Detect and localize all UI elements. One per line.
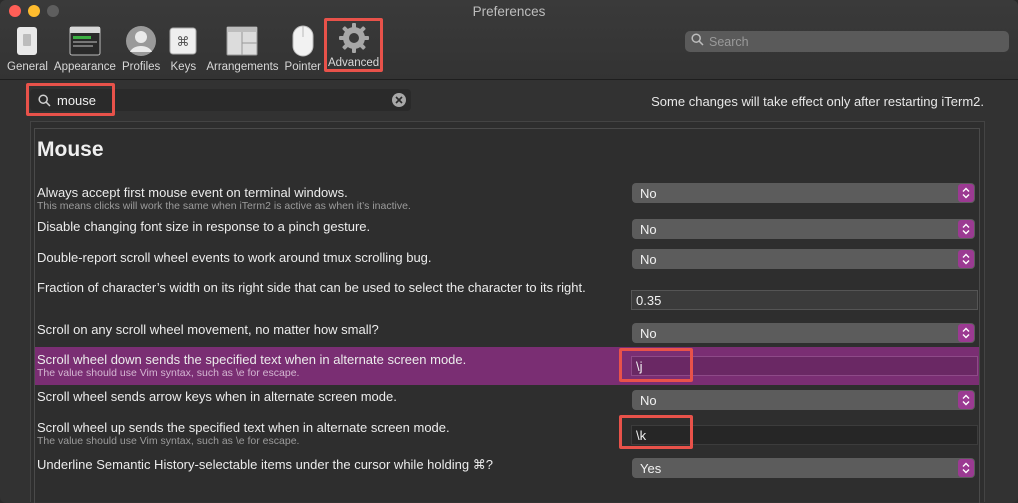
tab-keys-label: Keys xyxy=(170,61,197,73)
setting-title: Disable changing font size in response t… xyxy=(37,219,371,234)
clear-search-button[interactable] xyxy=(392,93,406,107)
setting-select[interactable]: Yes xyxy=(632,458,975,478)
tab-profiles[interactable]: Profiles xyxy=(119,22,163,76)
setting-row[interactable]: Scroll wheel sends arrow keys when in al… xyxy=(35,385,979,415)
tab-advanced[interactable]: Advanced xyxy=(323,18,384,72)
setting-subtitle: The value should use Vim syntax, such as… xyxy=(37,367,300,379)
search-icon xyxy=(38,93,51,107)
updown-arrows-icon xyxy=(958,220,974,238)
tab-general[interactable]: General xyxy=(4,22,51,76)
tab-advanced-label: Advanced xyxy=(327,57,380,69)
setting-select[interactable]: No xyxy=(632,323,975,343)
advanced-filter[interactable] xyxy=(30,89,411,111)
arrangements-icon xyxy=(225,24,259,58)
setting-row[interactable]: Fraction of character’s width on its rig… xyxy=(35,276,979,318)
profiles-icon xyxy=(124,24,158,58)
setting-title: Scroll wheel sends arrow keys when in al… xyxy=(37,389,397,404)
tab-profiles-label: Profiles xyxy=(121,61,161,73)
tab-keys[interactable]: ⌘ Keys xyxy=(163,22,203,76)
window-title: Preferences xyxy=(472,4,546,19)
tab-arrangements[interactable]: Arrangements xyxy=(203,22,281,76)
preferences-window: Preferences General Appearance Profiles xyxy=(0,0,1018,503)
setting-select-value: No xyxy=(640,251,657,267)
tab-appearance[interactable]: Appearance xyxy=(51,22,119,76)
updown-arrows-icon xyxy=(958,324,974,342)
setting-title: Scroll on any scroll wheel movement, no … xyxy=(37,322,379,337)
keys-icon: ⌘ xyxy=(166,24,200,58)
setting-title: Scroll wheel up sends the specified text… xyxy=(37,420,450,435)
updown-arrows-icon xyxy=(958,391,974,409)
setting-title: Scroll wheel down sends the specified te… xyxy=(37,352,467,367)
mouse-section: Mouse Always accept first mouse event on… xyxy=(34,128,980,503)
setting-title: Double-report scroll wheel events to wor… xyxy=(37,250,432,265)
close-icon xyxy=(395,96,403,104)
setting-select-value: No xyxy=(640,392,657,408)
title-bar: Preferences General Appearance Profiles xyxy=(0,0,1018,80)
setting-field-value: 0.35 xyxy=(636,292,662,308)
setting-row[interactable]: Scroll on any scroll wheel movement, no … xyxy=(35,318,979,350)
setting-subtitle: This means clicks will work the same whe… xyxy=(37,200,411,212)
setting-title: Fraction of character’s width on its rig… xyxy=(37,280,586,295)
tab-pointer-label: Pointer xyxy=(284,61,321,73)
setting-subtitle: The value should use Vim syntax, such as… xyxy=(37,435,300,447)
setting-row[interactable]: Double-report scroll wheel events to wor… xyxy=(35,246,979,276)
search-icon xyxy=(691,32,704,51)
setting-title: Always accept first mouse event on termi… xyxy=(37,185,348,200)
setting-select[interactable]: No xyxy=(632,219,975,239)
updown-arrows-icon xyxy=(958,250,974,268)
svg-text:⌘: ⌘ xyxy=(177,35,190,50)
tab-arrangements-label: Arrangements xyxy=(206,61,279,73)
tab-appearance-label: Appearance xyxy=(53,61,116,73)
setting-row-selected[interactable]: Scroll wheel down sends the specified te… xyxy=(35,347,979,385)
setting-row[interactable]: Disable changing font size in response t… xyxy=(35,215,979,246)
advanced-settings-panel[interactable]: Mouse Always accept first mouse event on… xyxy=(30,121,985,503)
pointer-icon xyxy=(286,24,320,58)
setting-select-value: No xyxy=(640,325,657,341)
preferences-search-input[interactable] xyxy=(709,34,999,49)
setting-select-value: No xyxy=(640,185,657,201)
preferences-search[interactable] xyxy=(685,31,1009,52)
restart-notice: Some changes will take effect only after… xyxy=(651,94,984,109)
setting-title: Underline Semantic History-selectable it… xyxy=(37,457,493,472)
setting-field-value: \j xyxy=(636,358,643,374)
setting-field-value: \k xyxy=(636,427,647,443)
section-title: Mouse xyxy=(37,138,104,161)
setting-select[interactable]: No xyxy=(632,390,975,410)
setting-text-field[interactable]: \k xyxy=(631,425,978,445)
setting-row[interactable]: Underline Semantic History-selectable it… xyxy=(35,453,979,483)
setting-row[interactable]: Scroll wheel up sends the specified text… xyxy=(35,415,979,453)
general-icon xyxy=(10,24,44,58)
setting-select-value: No xyxy=(640,221,657,237)
tab-general-label: General xyxy=(7,61,48,73)
setting-text-field[interactable]: \j xyxy=(631,356,978,376)
advanced-filter-input[interactable] xyxy=(57,92,377,108)
setting-row[interactable]: Always accept first mouse event on termi… xyxy=(35,179,979,215)
updown-arrows-icon xyxy=(958,459,974,477)
setting-text-field[interactable]: 0.35 xyxy=(631,290,978,310)
setting-select[interactable]: No xyxy=(632,249,975,269)
setting-select-value: Yes xyxy=(640,460,662,476)
setting-select[interactable]: No xyxy=(632,183,975,203)
tab-pointer[interactable]: Pointer xyxy=(282,22,324,76)
preferences-toolbar: General Appearance Profiles ⌘ Keys Arran… xyxy=(4,18,384,76)
gear-icon xyxy=(337,21,371,55)
appearance-icon xyxy=(68,24,102,58)
updown-arrows-icon xyxy=(958,184,974,202)
